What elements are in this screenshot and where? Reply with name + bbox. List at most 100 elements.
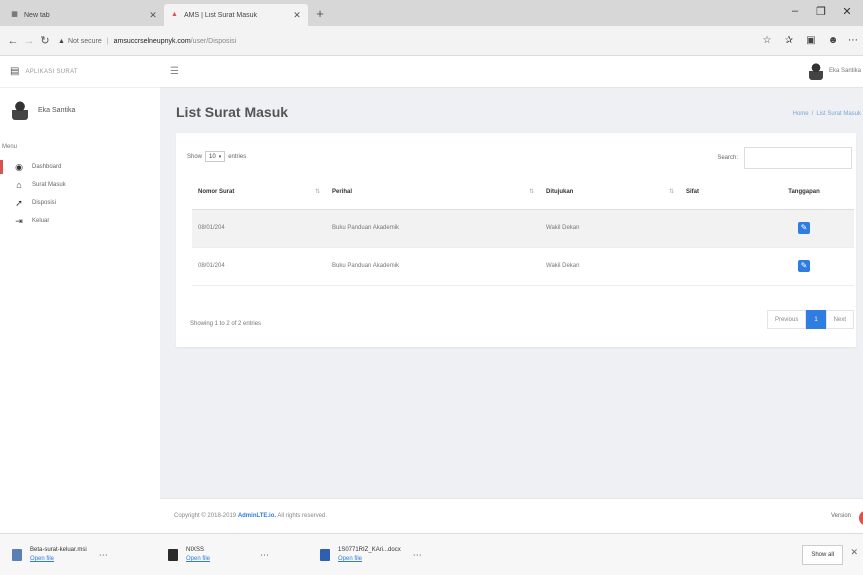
tab-list-surat-masuk[interactable]: ▲ AMS | List Surat Masuk ✕	[164, 4, 308, 26]
show-all-button[interactable]: Show all	[802, 545, 843, 565]
edit-icon[interactable]: ✎	[798, 260, 810, 272]
user-panel[interactable]: Eka Santika	[0, 88, 160, 130]
url-host: amsuccrselneupnyk.com	[113, 38, 191, 45]
address-bar: ← → ↻ ▲ Not secure | amsuccrselneupnyk.c…	[0, 26, 863, 56]
sidebar-item-label: Surat Masuk	[32, 182, 66, 188]
more-options-icon[interactable]: ⋯	[413, 550, 422, 561]
menu-toggle-icon[interactable]: ☰	[170, 66, 179, 77]
cell-perihal: Buku Panduan Akademik	[326, 209, 540, 248]
brand-text: APLIKASI SURAT	[25, 68, 78, 75]
search-control: Search:	[717, 147, 852, 169]
cell-sifat	[680, 247, 754, 286]
star-icon[interactable]: ☆	[760, 35, 774, 47]
table-row: 08/01/204 Buku Panduan Akademik Wakil De…	[192, 247, 854, 286]
sidebar-item-label: Disposisi	[32, 200, 57, 206]
new-tab-page-icon: ▦	[11, 11, 18, 18]
tab-new-tab[interactable]: ▦ New tab ✕	[4, 4, 164, 26]
user-name: Eka Santika	[38, 106, 76, 114]
search-label: Search:	[717, 155, 738, 161]
minimize-button[interactable]: –	[786, 5, 804, 17]
open-file-link[interactable]: Open file	[30, 555, 87, 564]
sidebar-item-disposisi[interactable]: ➚ Disposisi	[0, 194, 160, 212]
sidebar-item-surat-masuk[interactable]: ⌂ Surat Masuk	[0, 176, 160, 194]
previous-button[interactable]: Previous	[766, 310, 807, 329]
more-options-icon[interactable]: ⋯	[99, 550, 108, 561]
close-icon[interactable]: ✕	[148, 10, 158, 21]
user-menu[interactable]: Eka Santika	[808, 62, 861, 80]
table-row: 08/01/204 Buku Panduan Akademik Wakil De…	[192, 209, 854, 248]
sign-out-icon: ⇥	[15, 215, 23, 226]
close-icon[interactable]: ✕	[292, 10, 302, 21]
back-button[interactable]: ←	[6, 34, 20, 48]
column-header-tanggapan[interactable]: Tanggapan	[754, 175, 854, 210]
top-navbar: ☰ Eka Santika	[160, 56, 863, 88]
more-options-icon[interactable]: ⋯	[260, 550, 269, 561]
new-tab-button[interactable]: +	[312, 6, 328, 22]
url-field[interactable]: ▲ Not secure | amsuccrselneupnyk.com/use…	[58, 33, 748, 50]
top-user-name: Eka Santika	[828, 68, 861, 74]
surat-table: Nomor Surat ⇅ Perihal ⇅ Ditujukan ⇅ Sifat T…	[192, 175, 854, 286]
sidebar-item-keluar[interactable]: ⇥ Keluar	[0, 212, 160, 230]
rights-text: All rights reserved.	[277, 513, 328, 519]
column-header-perihal[interactable]: Perihal ⇅	[326, 175, 540, 210]
column-header-ditujukan[interactable]: Ditujukan ⇅	[540, 175, 680, 210]
open-file-link[interactable]: Open file	[338, 555, 401, 564]
maximize-button[interactable]: ❐	[812, 5, 830, 18]
cell-ditujukan: Wakil Dekan	[540, 209, 680, 248]
copyright-text: Copyright © 2018-2019	[174, 513, 237, 519]
inbox-icon: ⌂	[16, 180, 22, 190]
favorites-icon[interactable]: ✰	[782, 35, 796, 47]
warning-icon[interactable]: ▲	[58, 38, 65, 45]
cell-nomor-surat: 08/01/204	[192, 209, 326, 248]
page-button-1[interactable]: 1	[806, 310, 826, 329]
cell-tanggapan: ✎	[754, 209, 854, 248]
reload-button[interactable]: ↻	[38, 34, 52, 48]
close-window-button[interactable]: ✕	[838, 5, 856, 18]
table-header-row: Nomor Surat ⇅ Perihal ⇅ Ditujukan ⇅ Sifat T…	[192, 175, 854, 210]
search-input[interactable]	[744, 147, 852, 169]
collections-icon[interactable]: ▣	[804, 35, 818, 47]
sort-icon: ⇅	[528, 189, 534, 195]
sort-icon: ⇅	[314, 189, 320, 195]
more-icon[interactable]: ⋯	[846, 35, 860, 47]
footer-brand-link[interactable]: AdminLTE.io.	[238, 513, 276, 519]
security-label[interactable]: Not secure	[68, 38, 102, 45]
url-text[interactable]: amsuccrselneupnyk.com/user/Disposisi	[114, 38, 237, 45]
site-favicon: ▲	[171, 11, 178, 18]
column-header-sifat[interactable]: Sifat	[680, 175, 754, 210]
forward-button[interactable]: →	[22, 34, 36, 48]
url-path: /user/Disposisi	[190, 38, 237, 45]
breadcrumb-home-link[interactable]: Home	[793, 111, 809, 117]
table-card: Show 10 ▾ entries Search: Nomor Surat ⇅ Pe…	[176, 133, 856, 347]
page-title: List Surat Masuk	[176, 104, 289, 120]
download-item[interactable]: 1S0771RIZ_KAri...docx Open file ⋯	[320, 544, 422, 566]
next-button[interactable]: Next	[825, 310, 854, 329]
floating-badge-icon[interactable]	[859, 511, 863, 525]
brand[interactable]: ▤ APLIKASI SURAT	[0, 56, 160, 88]
cell-ditujukan: Wakil Dekan	[540, 247, 680, 286]
avatar	[12, 100, 28, 120]
close-icon[interactable]: ✕	[850, 547, 858, 558]
sidebar-item-label: Keluar	[32, 218, 50, 224]
sidebar: ▤ APLIKASI SURAT Eka Santika Menu ◉ Dash…	[0, 56, 160, 533]
sidebar-item-label: Dashboard	[32, 164, 62, 170]
sidebar-item-dashboard[interactable]: ◉ Dashboard	[0, 158, 160, 176]
file-icon	[168, 549, 178, 561]
file-icon	[12, 549, 22, 561]
page-length-control: Show 10 ▾ entries	[187, 151, 246, 162]
file-icon	[320, 549, 330, 561]
download-item[interactable]: NIXSS Open file ⋯	[168, 544, 269, 566]
edit-icon[interactable]: ✎	[798, 222, 810, 234]
footer-version: Version	[830, 513, 851, 519]
tab-title: AMS | List Surat Masuk	[184, 11, 258, 19]
download-bar: Beta-surat-keluar.msi Open file ⋯ NIXSS …	[0, 533, 863, 575]
cell-sifat	[680, 209, 754, 248]
profile-icon[interactable]: ☻	[826, 35, 840, 47]
open-file-link[interactable]: Open file	[186, 555, 210, 564]
tab-title: New tab	[24, 11, 50, 19]
send-icon: ➚	[15, 197, 23, 208]
entries-label: entries	[228, 153, 247, 160]
column-header-nomor-surat[interactable]: Nomor Surat ⇅	[192, 175, 326, 210]
page-length-select[interactable]: 10 ▾	[205, 151, 226, 162]
download-item[interactable]: Beta-surat-keluar.msi Open file ⋯	[12, 544, 108, 566]
